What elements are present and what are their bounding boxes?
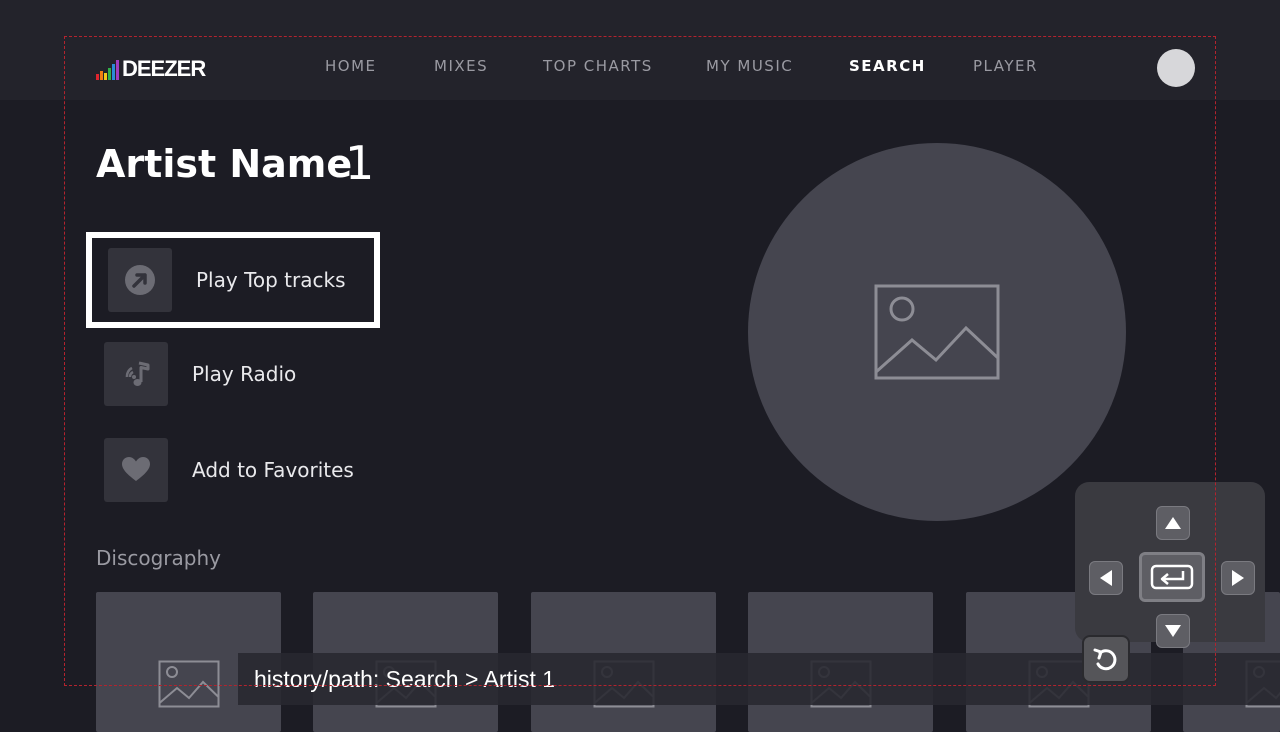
add-to-favorites-button[interactable]: Add to Favorites xyxy=(104,438,354,502)
nav-player[interactable]: PLAYER xyxy=(973,57,1038,75)
nav-home[interactable]: HOME xyxy=(325,57,377,75)
enter-button[interactable] xyxy=(1139,552,1205,602)
left-arrow-button[interactable] xyxy=(1089,561,1123,595)
enter-icon xyxy=(1150,564,1194,590)
top-navigation-bar xyxy=(0,0,1280,100)
image-placeholder-icon xyxy=(158,660,220,708)
nav-my-music[interactable]: MY MUSIC xyxy=(706,57,793,75)
discography-title: Discography xyxy=(96,546,221,570)
user-avatar[interactable] xyxy=(1157,49,1195,87)
heart-icon xyxy=(104,438,168,502)
up-arrow-icon xyxy=(1164,516,1182,530)
play-radio-button[interactable]: Play Radio xyxy=(104,342,296,406)
play-radio-label: Play Radio xyxy=(192,362,296,386)
right-arrow-button[interactable] xyxy=(1221,561,1255,595)
nav-mixes[interactable]: MIXES xyxy=(434,57,488,75)
history-path-text: history/path: Search > Artist 1 xyxy=(254,666,555,693)
image-placeholder-icon xyxy=(874,284,1000,380)
up-arrow-button[interactable] xyxy=(1156,506,1190,540)
main-nav: HOME MIXES TOP CHARTS MY MUSIC SEARCH PL… xyxy=(0,57,1280,79)
down-arrow-icon xyxy=(1164,624,1182,638)
arrow-up-right-circle-icon xyxy=(108,248,172,312)
play-top-tracks-button[interactable]: Play Top tracks xyxy=(86,232,380,328)
artist-name: Artist Name xyxy=(96,142,352,186)
left-arrow-icon xyxy=(1099,569,1113,587)
nav-search[interactable]: SEARCH xyxy=(849,57,926,75)
artist-image-placeholder xyxy=(748,143,1126,521)
remote-control-pad xyxy=(1075,482,1265,642)
nav-top-charts[interactable]: TOP CHARTS xyxy=(543,57,653,75)
add-to-favorites-label: Add to Favorites xyxy=(192,458,354,482)
back-icon xyxy=(1091,644,1121,674)
back-button[interactable] xyxy=(1082,635,1130,683)
radio-music-note-icon xyxy=(104,342,168,406)
play-top-tracks-label: Play Top tracks xyxy=(196,268,346,292)
right-arrow-icon xyxy=(1231,569,1245,587)
down-arrow-button[interactable] xyxy=(1156,614,1190,648)
artist-number: 1 xyxy=(345,136,374,190)
